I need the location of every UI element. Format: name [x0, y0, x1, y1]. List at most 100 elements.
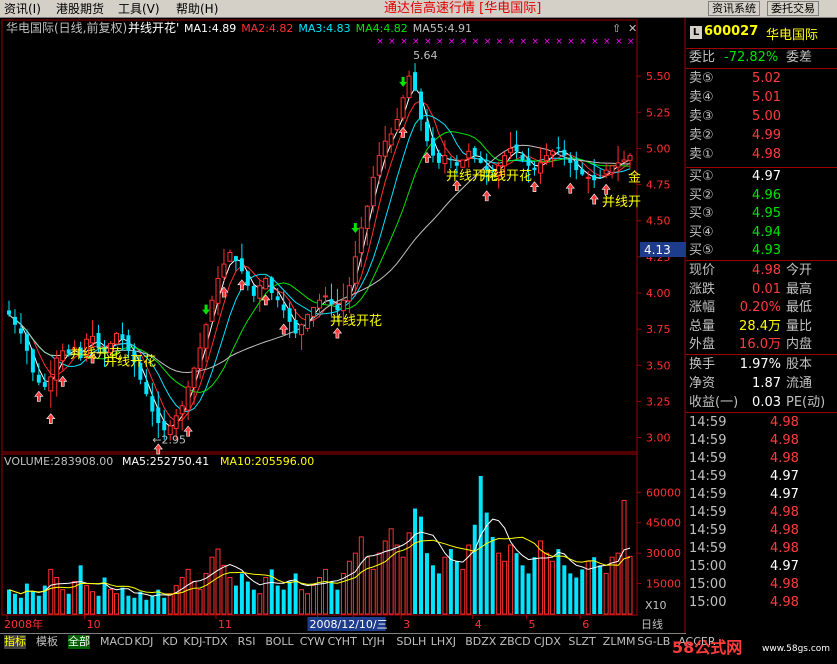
indicator-tab-lhxj[interactable]: LHXJ: [431, 635, 456, 649]
signal-x-icon: ×: [543, 37, 551, 47]
stat-1-label2: 最高: [786, 281, 813, 297]
stat2-0-label: 换手: [689, 357, 716, 372]
stat-2-row: 涨幅 0.20% 最低: [686, 299, 837, 317]
candle-body: [42, 382, 47, 387]
indicator-tab-sg-lb[interactable]: SG-LB: [637, 635, 670, 649]
candle-body: [269, 277, 274, 293]
candle-body: [562, 149, 567, 156]
signal-x-icon: ×: [531, 37, 539, 47]
signal-x-icon: ×: [508, 37, 516, 47]
volume-ma5-legend: MA5:252750.41: [122, 455, 209, 468]
volume-bar: [394, 544, 400, 615]
cursor-date: 2008/12/10/三: [310, 618, 388, 631]
volume-bar: [621, 499, 627, 615]
volume-bar: [370, 568, 376, 615]
stat-3-row: 总量 28.4万 量比: [686, 318, 837, 336]
ma-legend-3: MA4:4.82: [356, 22, 408, 35]
tick-price: 4.97: [770, 559, 799, 574]
volume-bar: [388, 528, 394, 615]
volume-bar: [144, 599, 149, 614]
indicator-tab-全部[interactable]: 全部: [68, 635, 90, 649]
signal-x-icon: ×: [567, 37, 575, 47]
indicator-tab-zlmm[interactable]: ZLMM: [603, 635, 636, 649]
indicator-tab-指标[interactable]: 指标: [4, 635, 26, 649]
indicator-tab-kdj-tdx[interactable]: KDJ-TDX: [183, 635, 227, 649]
close-icon[interactable]: ✕: [628, 22, 637, 35]
indicator-tab-boll[interactable]: BOLL: [265, 635, 293, 649]
indicator-tab-bdzx[interactable]: BDZX: [465, 635, 496, 649]
candle-body: [430, 137, 435, 156]
volume-bar: [245, 581, 250, 614]
trade-button[interactable]: 委托交易: [767, 1, 819, 16]
candle-body: [592, 175, 597, 181]
candle-body: [556, 147, 561, 149]
candle-body: [532, 167, 537, 171]
indicator-tab-模板[interactable]: 模板: [36, 635, 58, 649]
candle-body: [203, 324, 209, 349]
volume-bar: [478, 476, 483, 614]
l2-badge: L: [690, 26, 702, 39]
indicator-tab-cyw[interactable]: CYW: [300, 635, 325, 649]
menu-tools[interactable]: 工具(V): [118, 2, 160, 16]
volume-bar: [400, 556, 406, 615]
indicator-tab-cyht[interactable]: CYHT: [328, 635, 357, 649]
buy-5-label: 买⑤: [689, 243, 714, 258]
candle-body: [609, 165, 615, 173]
tick-price: 4.98: [770, 415, 799, 430]
stat2-2-label2: PE(动): [786, 395, 826, 410]
stat2-2-row: 收益(一) 0.03 PE(动): [686, 394, 837, 412]
volume-bar: [12, 593, 17, 614]
signal-x-icon: ×: [460, 37, 468, 47]
volume-bar: [526, 573, 531, 614]
indicator-tab-cjdx[interactable]: CJDX: [534, 635, 561, 649]
candle-body: [448, 159, 453, 161]
menu-help[interactable]: 帮助(H): [176, 2, 218, 16]
volume-bar: [150, 595, 155, 614]
volume-bar: [514, 553, 519, 614]
volume-bar: [197, 589, 203, 615]
candle-body: [173, 415, 179, 429]
menu-hk-futures[interactable]: 港股期货: [56, 2, 104, 16]
kline-chart[interactable]: 5.505.255.004.754.504.254.003.753.503.25…: [0, 18, 686, 633]
candle-body: [358, 227, 364, 254]
volume-tick-label-3: 15000: [646, 578, 681, 591]
volume-bar: [251, 589, 256, 614]
volume-bar: [209, 556, 215, 615]
candle-body: [335, 304, 340, 311]
candle-body: [239, 258, 244, 272]
sell-2-row: 卖② 4.99: [686, 127, 837, 145]
candle-body: [263, 278, 269, 290]
tick-row: 14:59 4.97: [686, 468, 837, 486]
indicator-tab-macd[interactable]: MACD: [100, 635, 133, 649]
ma-legend-2: MA3:4.83: [298, 22, 350, 35]
candle-body: [585, 176, 591, 179]
indicator-tab-sdlh[interactable]: SDLH: [396, 635, 426, 649]
volume-bar: [66, 593, 71, 614]
indicator-tab-zbcd[interactable]: ZBCD: [500, 635, 531, 649]
volume-ma10-legend: MA10:205596.00: [220, 455, 314, 468]
stat-2-label2: 最低: [786, 300, 813, 315]
candle-body: [113, 332, 119, 345]
indicator-tab-kd[interactable]: KD: [162, 635, 178, 649]
volume-bar: [84, 585, 90, 615]
volume-bar: [335, 589, 340, 614]
candle-body: [419, 91, 423, 120]
quote-header: L 600027 华电国际: [686, 18, 837, 48]
volume-bar: [54, 576, 60, 615]
volume-bar: [96, 595, 101, 614]
indicator-tab-lyjh[interactable]: LYJH: [362, 635, 385, 649]
stat-4-value: 16.0万: [739, 337, 781, 352]
volume-tick-label-1: 45000: [646, 517, 681, 530]
candle-body: [299, 324, 305, 336]
info-system-button[interactable]: 资讯系统: [708, 1, 760, 16]
date-label-7: 5: [529, 618, 536, 631]
indicator-tab-rsi[interactable]: RSI: [238, 635, 256, 649]
volume-bar: [543, 552, 549, 615]
price-tick-label-0: 5.50: [646, 70, 671, 83]
volume-bar: [257, 593, 263, 615]
menu-info[interactable]: 资讯(I): [4, 2, 41, 16]
indicator-tab-kdj[interactable]: KDJ: [134, 635, 153, 649]
arrow-up-icon[interactable]: ⇧: [612, 22, 621, 35]
volume-bar: [185, 568, 191, 615]
indicator-tab-slzt[interactable]: SLZT: [568, 635, 595, 649]
